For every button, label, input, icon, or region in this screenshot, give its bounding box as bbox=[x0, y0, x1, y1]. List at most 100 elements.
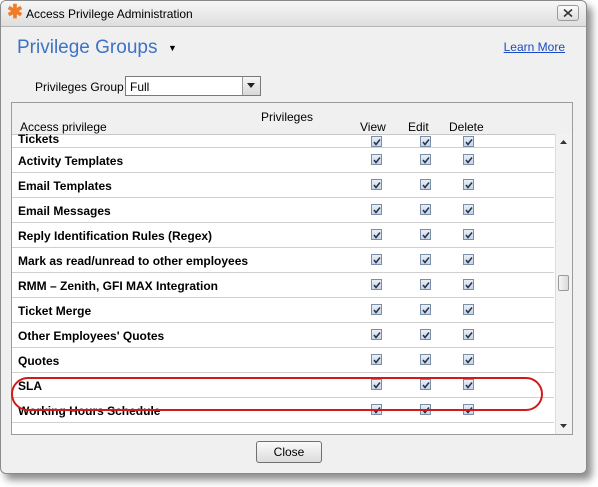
table-row: SLA bbox=[12, 373, 554, 398]
view-checkbox[interactable] bbox=[371, 404, 382, 415]
scroll-up-icon[interactable] bbox=[560, 140, 567, 144]
table-row: Ticket Merge bbox=[12, 298, 554, 323]
checkmark-icon bbox=[465, 332, 473, 339]
learn-more-link[interactable]: Learn More bbox=[504, 40, 565, 54]
header: Privilege Groups ▼ Learn More bbox=[1, 27, 586, 68]
view-checkbox[interactable] bbox=[371, 229, 382, 240]
delete-checkbox[interactable] bbox=[463, 379, 474, 390]
checkmark-icon bbox=[373, 182, 381, 189]
delete-checkbox[interactable] bbox=[463, 329, 474, 340]
caret-down-icon[interactable]: ▼ bbox=[168, 43, 177, 53]
checkmark-icon bbox=[422, 332, 430, 339]
edit-checkbox[interactable] bbox=[420, 229, 431, 240]
view-checkbox[interactable] bbox=[371, 204, 382, 215]
checkmark-icon bbox=[465, 157, 473, 164]
edit-checkbox[interactable] bbox=[420, 404, 431, 415]
checkmark-icon bbox=[422, 307, 430, 314]
privileges-group-value: Full bbox=[130, 80, 150, 94]
checkmark-icon bbox=[373, 307, 381, 314]
view-checkbox[interactable] bbox=[371, 279, 382, 290]
checkmark-icon bbox=[373, 139, 381, 146]
table-row: Reply Identification Rules (Regex) bbox=[12, 223, 554, 248]
table-row: Other Employees' Quotes bbox=[12, 323, 554, 348]
view-checkbox[interactable] bbox=[371, 254, 382, 265]
close-icon bbox=[563, 9, 573, 17]
privileges-group-row: Privileges Group Full bbox=[1, 73, 586, 100]
view-checkbox[interactable] bbox=[371, 136, 382, 147]
delete-checkbox[interactable] bbox=[463, 154, 474, 165]
checkmark-icon bbox=[465, 282, 473, 289]
delete-checkbox[interactable] bbox=[463, 179, 474, 190]
table-row: Email Messages bbox=[12, 198, 554, 223]
table-row: Tickets bbox=[12, 132, 554, 148]
dropdown-button[interactable] bbox=[242, 77, 260, 95]
privilege-label: Email Templates bbox=[18, 179, 112, 193]
delete-checkbox[interactable] bbox=[463, 229, 474, 240]
checkmark-icon bbox=[422, 382, 430, 389]
edit-checkbox[interactable] bbox=[420, 354, 431, 365]
delete-checkbox[interactable] bbox=[463, 304, 474, 315]
view-checkbox[interactable] bbox=[371, 329, 382, 340]
table-row: Activity Templates bbox=[12, 148, 554, 173]
edit-checkbox[interactable] bbox=[420, 179, 431, 190]
edit-checkbox[interactable] bbox=[420, 254, 431, 265]
table-body: Tickets Activity Templates Email Templates… bbox=[12, 132, 554, 423]
checkmark-icon bbox=[422, 139, 430, 146]
delete-checkbox[interactable] bbox=[463, 136, 474, 147]
delete-checkbox[interactable] bbox=[463, 204, 474, 215]
delete-checkbox[interactable] bbox=[463, 279, 474, 290]
window-close-button[interactable] bbox=[557, 5, 579, 21]
privilege-label: Quotes bbox=[18, 354, 60, 368]
checkmark-icon bbox=[422, 157, 430, 164]
checkmark-icon bbox=[373, 407, 381, 414]
page-title[interactable]: Privilege Groups bbox=[17, 37, 157, 59]
view-checkbox[interactable] bbox=[371, 379, 382, 390]
edit-checkbox[interactable] bbox=[420, 154, 431, 165]
scrollbar-thumb[interactable] bbox=[558, 275, 569, 291]
table-row: Mark as read/unread to other employees bbox=[12, 248, 554, 273]
delete-checkbox[interactable] bbox=[463, 354, 474, 365]
privilege-label: Tickets bbox=[18, 132, 60, 146]
delete-checkbox[interactable] bbox=[463, 254, 474, 265]
table-row: RMM – Zenith, GFI MAX Integration bbox=[12, 273, 554, 298]
scroll-down-icon[interactable] bbox=[560, 424, 567, 428]
checkmark-icon bbox=[422, 207, 430, 214]
delete-checkbox[interactable] bbox=[463, 404, 474, 415]
vertical-scrollbar[interactable] bbox=[555, 134, 572, 434]
table-row: Quotes bbox=[12, 348, 554, 373]
privilege-label: Reply Identification Rules (Regex) bbox=[18, 229, 213, 243]
asterisk-icon: ✱ bbox=[7, 2, 23, 23]
edit-checkbox[interactable] bbox=[420, 279, 431, 290]
checkmark-icon bbox=[465, 407, 473, 414]
view-checkbox[interactable] bbox=[371, 354, 382, 365]
edit-checkbox[interactable] bbox=[420, 379, 431, 390]
view-checkbox[interactable] bbox=[371, 154, 382, 165]
privilege-label: RMM – Zenith, GFI MAX Integration bbox=[18, 279, 218, 293]
view-checkbox[interactable] bbox=[371, 179, 382, 190]
privileges-table: Privileges Access privilege View Edit De… bbox=[11, 102, 573, 435]
checkmark-icon bbox=[422, 282, 430, 289]
header-privileges: Privileges bbox=[261, 110, 314, 124]
header-edit: Edit bbox=[408, 120, 429, 134]
checkmark-icon bbox=[373, 357, 381, 364]
checkmark-icon bbox=[373, 207, 381, 214]
header-delete: Delete bbox=[449, 120, 484, 134]
checkmark-icon bbox=[422, 257, 430, 264]
privileges-group-select[interactable]: Full bbox=[125, 76, 261, 96]
checkmark-icon bbox=[422, 357, 430, 364]
checkmark-icon bbox=[373, 382, 381, 389]
privilege-label: SLA bbox=[18, 379, 42, 393]
edit-checkbox[interactable] bbox=[420, 329, 431, 340]
edit-checkbox[interactable] bbox=[420, 304, 431, 315]
checkmark-icon bbox=[422, 182, 430, 189]
view-checkbox[interactable] bbox=[371, 304, 382, 315]
edit-checkbox[interactable] bbox=[420, 136, 431, 147]
checkmark-icon bbox=[373, 282, 381, 289]
table-row: Email Templates bbox=[12, 173, 554, 198]
edit-checkbox[interactable] bbox=[420, 204, 431, 215]
table-row: Working Hours Schedule bbox=[12, 398, 554, 423]
checkmark-icon bbox=[373, 257, 381, 264]
privilege-label: Email Messages bbox=[18, 204, 111, 218]
checkmark-icon bbox=[465, 257, 473, 264]
close-button[interactable]: Close bbox=[256, 441, 322, 463]
